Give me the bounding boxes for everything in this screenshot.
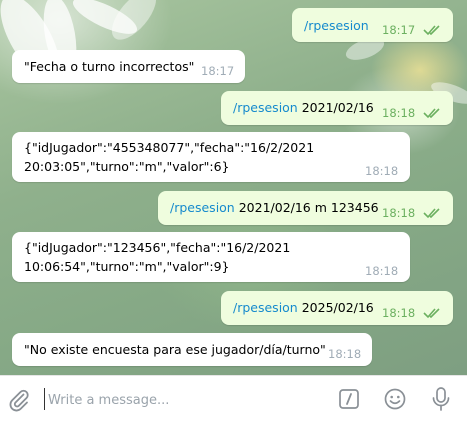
message-time: 18:18 [382, 306, 416, 320]
outgoing-message[interactable]: /rpesesion 18:17 [292, 8, 453, 42]
command-args: 2021/02/16 [301, 100, 374, 115]
bot-command-link[interactable]: /rpesesion [304, 18, 369, 33]
command-args: 2021/02/16 m 123456 [238, 200, 379, 215]
message-text: "No existe encuesta para ese jugador/día… [24, 342, 326, 357]
incoming-message[interactable]: "No existe encuesta para ese jugador/día… [12, 333, 372, 366]
bot-command-link[interactable]: /rpesesion [233, 100, 298, 115]
message-text: {"idJugador":"123456","fecha":"16/2/2021… [24, 240, 291, 274]
message-time: 18:18 [365, 164, 399, 178]
message-time: 18:18 [365, 264, 399, 278]
message-input[interactable] [44, 389, 308, 411]
double-check-icon [423, 108, 440, 119]
incoming-message[interactable]: "Fecha o turno incorrectos" 18:17 [12, 50, 245, 83]
message-text: {"idJugador":"455348077","fecha":"16/2/2… [24, 140, 315, 174]
message-time: 18:18 [382, 206, 416, 220]
slash-commands-icon[interactable] [338, 388, 360, 410]
bot-command-link[interactable]: /rpesesion [233, 300, 298, 315]
message-time: 18:17 [382, 23, 416, 37]
message-text: "Fecha o turno incorrectos" [24, 59, 195, 74]
outgoing-message[interactable]: /rpesesion 2025/02/16 18:18 [221, 291, 453, 325]
incoming-message[interactable]: {"idJugador":"455348077","fecha":"16/2/2… [12, 132, 410, 182]
incoming-message[interactable]: {"idJugador":"123456","fecha":"16/2/2021… [12, 232, 410, 282]
message-time: 18:17 [201, 64, 235, 78]
command-args: 2025/02/16 [301, 300, 374, 315]
double-check-icon [423, 308, 440, 319]
bot-command-link[interactable]: /rpesesion [170, 200, 235, 215]
double-check-icon [423, 25, 440, 36]
message-text: /rpesesion 2021/02/16 m 123456 [170, 198, 379, 217]
outgoing-message[interactable]: /rpesesion 2021/02/16 18:18 [221, 91, 453, 125]
message-time: 18:18 [328, 347, 362, 361]
paperclip-icon[interactable] [7, 388, 31, 412]
message-text: /rpesesion 2025/02/16 [233, 298, 374, 317]
message-composer [0, 375, 467, 423]
message-list[interactable]: /rpesesion 18:17 "Fecha o turno incorrec… [0, 0, 467, 375]
double-check-icon [423, 208, 440, 219]
microphone-icon[interactable] [430, 386, 452, 412]
message-text: /rpesesion 2021/02/16 [233, 98, 374, 117]
message-text: /rpesesion [304, 16, 369, 35]
outgoing-message[interactable]: /rpesesion 2021/02/16 m 123456 18:18 [158, 191, 453, 225]
message-time: 18:18 [382, 106, 416, 120]
telegram-chat-window: /rpesesion 18:17 "Fecha o turno incorrec… [0, 0, 467, 423]
emoji-icon[interactable] [383, 387, 407, 411]
